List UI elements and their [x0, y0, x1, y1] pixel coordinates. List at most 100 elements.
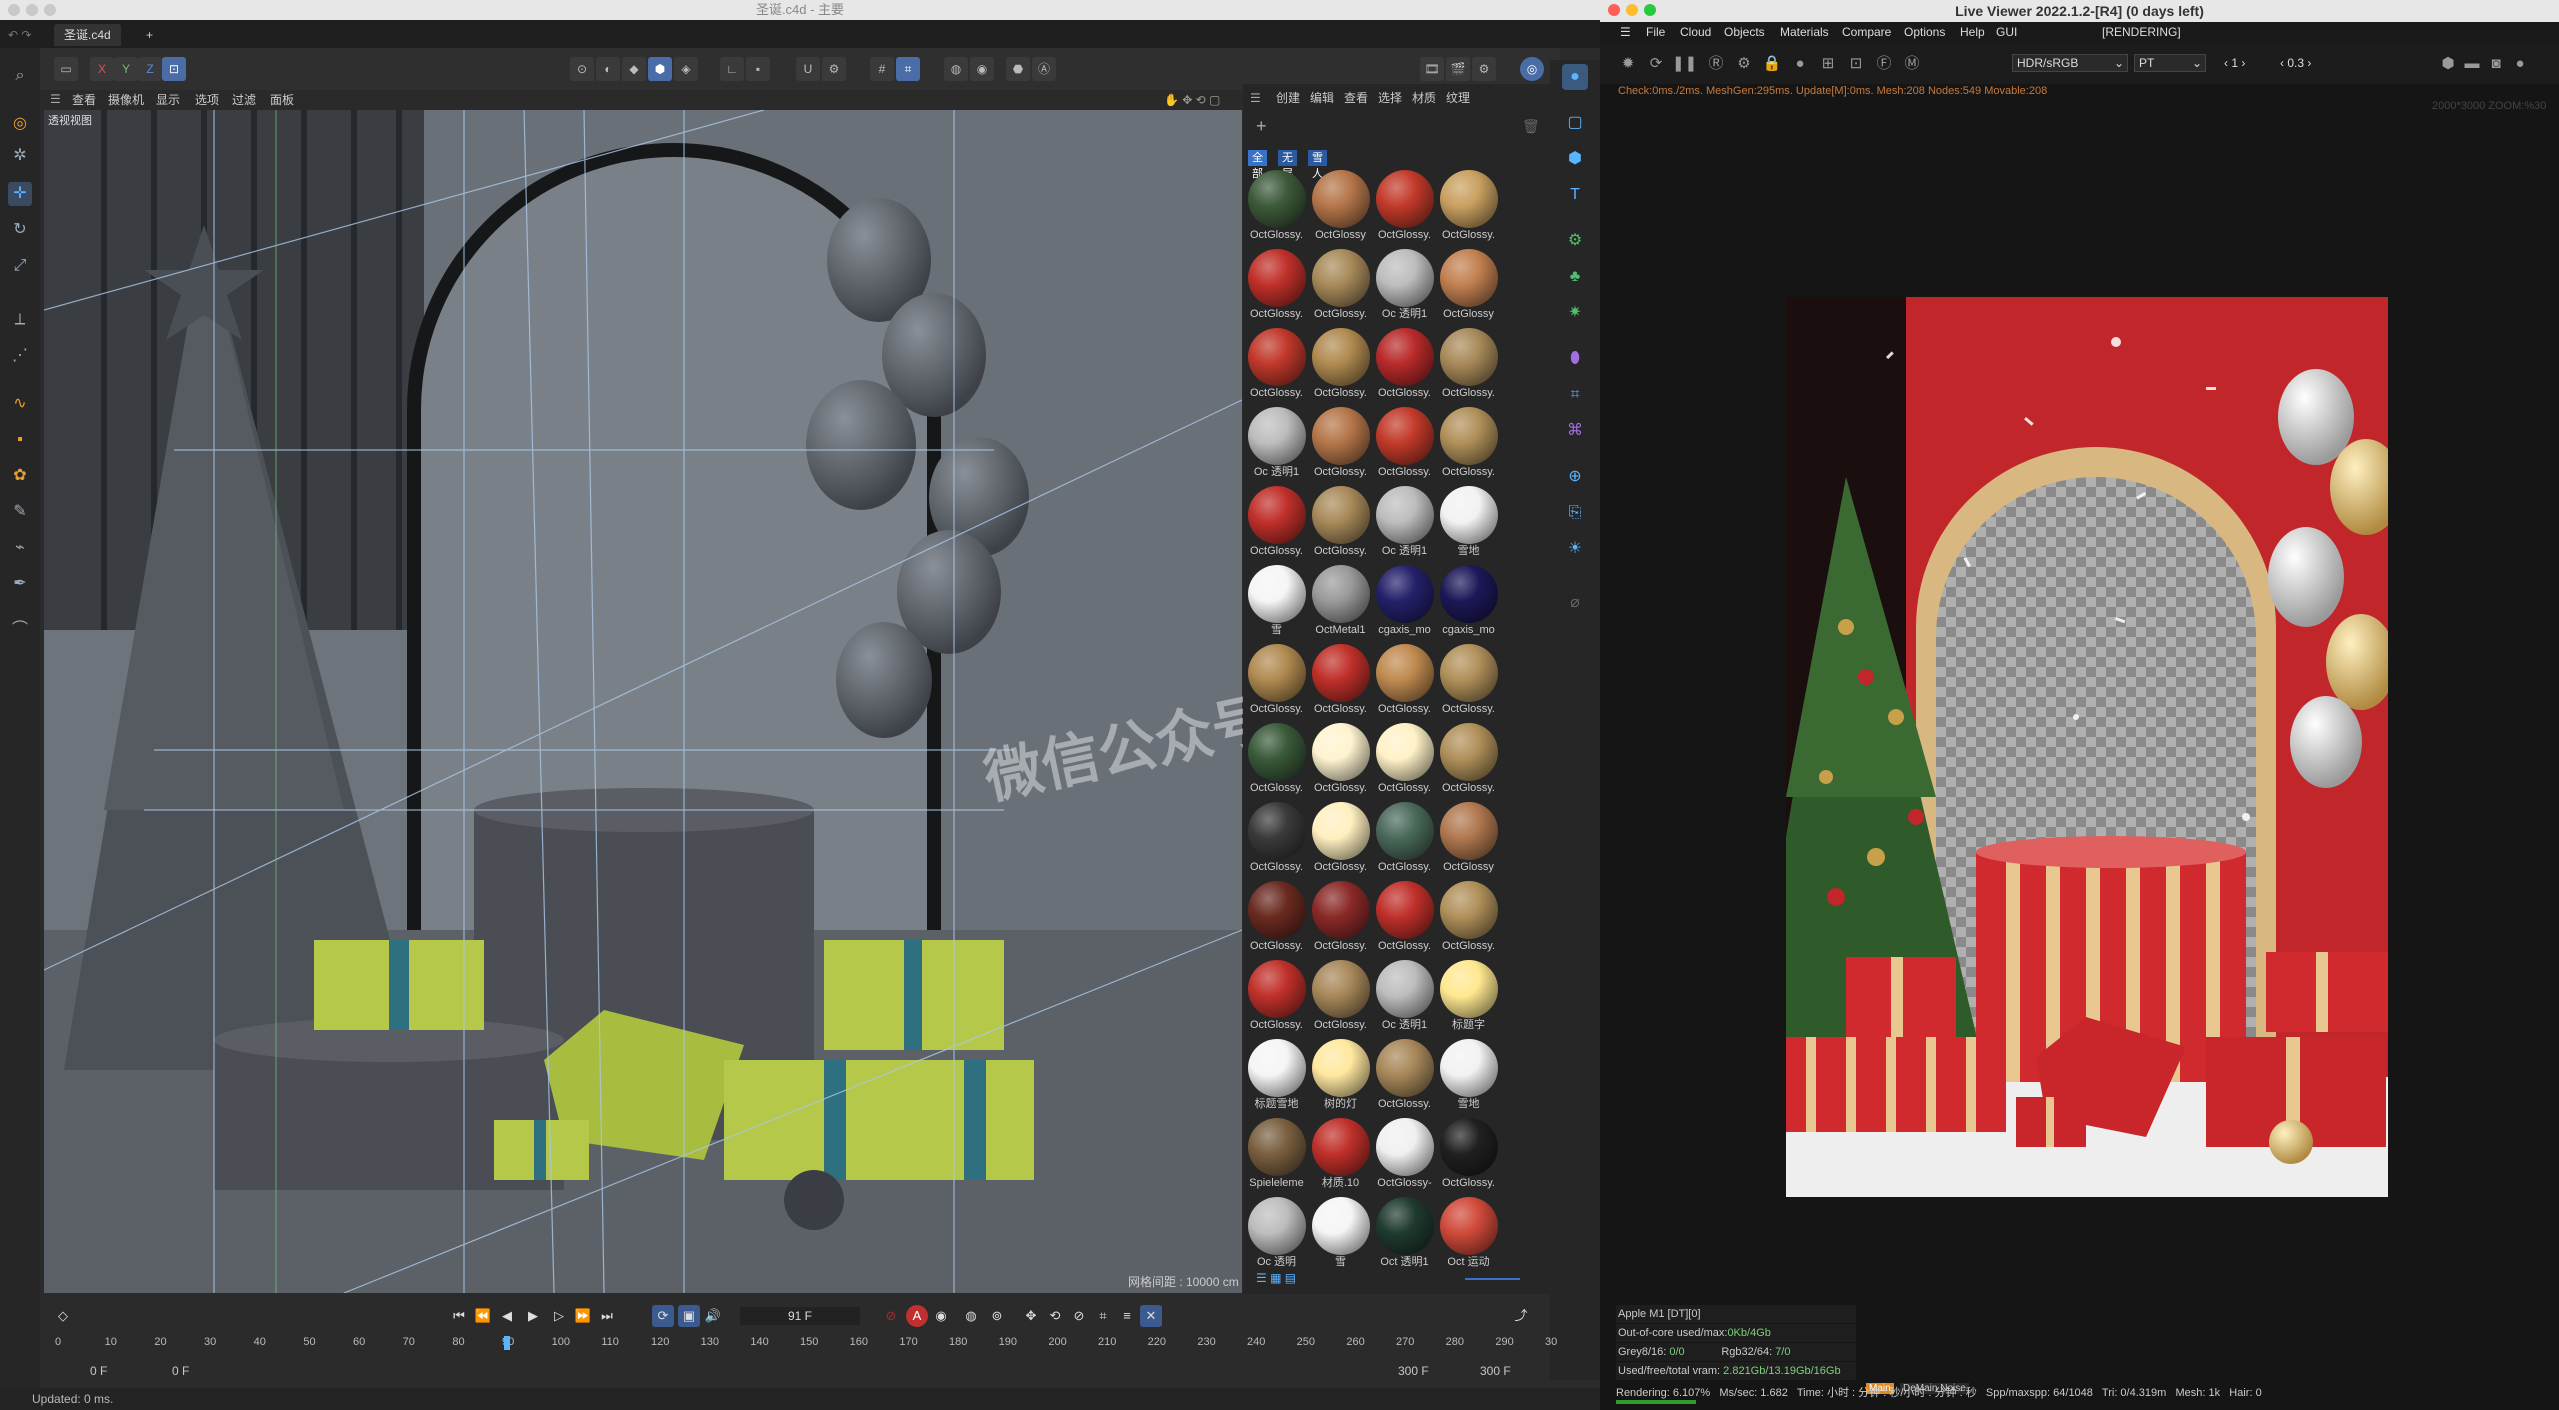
move-tool-icon[interactable]: ✛ [8, 182, 32, 206]
material-swatch[interactable]: cgaxis_mo [1373, 563, 1436, 642]
material-swatch[interactable]: OctGlossy. [1437, 721, 1500, 800]
go-to-end-icon[interactable]: ⏭ [596, 1305, 618, 1327]
texture-mode-icon[interactable]: ◈ [674, 57, 698, 81]
generator-icon[interactable]: ⚙ [1562, 228, 1588, 254]
cloner-icon[interactable]: ♣ [1562, 264, 1588, 290]
effector-icon[interactable]: ✷ [1562, 300, 1588, 326]
material-swatch[interactable]: 雪地 [1437, 484, 1500, 563]
quantize-icon[interactable]: ⌗ [896, 57, 920, 81]
loop-icon[interactable]: ⟳ [652, 1305, 674, 1327]
lv-menu-gui[interactable]: GUI [1996, 25, 2017, 39]
octane-icon[interactable]: ◎ [1520, 57, 1544, 81]
enable-axis-icon[interactable]: ◍ [944, 57, 968, 81]
material-swatch[interactable]: OctGlossy. [1309, 405, 1372, 484]
material-swatch[interactable]: 雪地 [1437, 1037, 1500, 1116]
search-icon[interactable]: ⌕ [8, 64, 32, 88]
lv-menu-materials[interactable]: Materials [1780, 25, 1829, 39]
lv-sphere-icon[interactable]: ● [1788, 52, 1812, 76]
preview-end-field[interactable]: 300 F [1398, 1364, 1429, 1378]
audio-icon[interactable]: 🔊 [702, 1305, 724, 1327]
material-menu-select[interactable]: 选择 [1378, 88, 1408, 108]
color-space-select[interactable]: HDR/sRGB ⌄ [2012, 54, 2128, 72]
viewport-menu-camera[interactable]: 摄像机 [108, 90, 144, 110]
material-swatch[interactable]: 树的灯 [1309, 1037, 1372, 1116]
material-swatch[interactable]: OctGlossy. [1245, 958, 1308, 1037]
view-mode-icons[interactable]: ☰ ▦ ▤ [1256, 1271, 1296, 1285]
lv-menu-help[interactable]: Help [1960, 25, 1985, 39]
spline-icon[interactable]: ⌘ [1562, 418, 1588, 444]
edges-mode-icon[interactable]: ◐ [596, 57, 620, 81]
lv-camera-icon[interactable]: ◙ [2484, 52, 2508, 76]
rotate-tool-icon[interactable]: ↻ [8, 218, 32, 242]
lv-zoom-button[interactable] [1644, 4, 1656, 16]
material-swatch[interactable]: OctGlossy. [1245, 247, 1308, 326]
points-mode-icon[interactable]: ⊙ [570, 57, 594, 81]
lv-dot-icon[interactable]: ● [2508, 52, 2532, 76]
material-swatch[interactable]: 材质.10 [1309, 1116, 1372, 1195]
material-swatch[interactable]: Oc 透明1 [1245, 405, 1308, 484]
lv-clay-icon[interactable]: ⊡ [1844, 52, 1868, 76]
kernel-select[interactable]: PT ⌄ [2134, 54, 2206, 72]
thumbnail-size-slider[interactable] [1465, 1278, 1520, 1280]
material-swatch[interactable]: OctGlossy [1309, 168, 1372, 247]
viewport-solo-icon[interactable]: ◉ [970, 57, 994, 81]
next-key-icon[interactable]: ⏩ [572, 1305, 594, 1327]
graph-editor-icon[interactable]: ⤴ [1510, 1305, 1532, 1327]
autokey-icon[interactable]: A [906, 1305, 928, 1327]
point-key-icon[interactable]: ⌗ [1092, 1305, 1114, 1327]
material-swatch[interactable]: Oct 运动 [1437, 1195, 1500, 1274]
range-start-field[interactable]: 0 F [90, 1364, 107, 1378]
lv-hex-icon[interactable]: ⬢ [2436, 52, 2460, 76]
material-menu-edit[interactable]: 编辑 [1310, 88, 1340, 108]
ai-icon[interactable]: Ⓐ [1032, 57, 1056, 81]
material-swatch[interactable]: Spieleleme [1245, 1116, 1308, 1195]
lv-region-icon[interactable]: Ⓡ [1704, 52, 1728, 76]
paint-tool-icon[interactable]: ▪ [8, 428, 32, 452]
workplane-icon[interactable]: ⚙ [822, 57, 846, 81]
z-axis-toggle[interactable]: Z [138, 57, 162, 81]
material-swatch[interactable]: OctGlossy. [1245, 484, 1308, 563]
lv-menu-icon[interactable]: ☰ [1620, 25, 1631, 39]
scale-key-icon[interactable]: ⊘ [1068, 1305, 1090, 1327]
material-swatch[interactable]: 雪 [1245, 563, 1308, 642]
material-swatch[interactable]: Oct 透明1 [1373, 1195, 1436, 1274]
lv-close-button[interactable] [1608, 4, 1620, 16]
material-swatch[interactable]: OctGlossy. [1373, 405, 1436, 484]
playhead[interactable] [503, 1336, 510, 1350]
interpolation-icon[interactable]: ✕ [1140, 1305, 1162, 1327]
keyframe-icon[interactable]: ◇ [52, 1305, 74, 1327]
lv-material-icon[interactable]: Ⓜ [1900, 52, 1924, 76]
material-swatch[interactable]: OctGlossy. [1373, 168, 1436, 247]
deformer-icon[interactable]: ⬮ [1562, 346, 1588, 372]
lv-lock-icon[interactable]: 🔒 [1760, 52, 1784, 76]
material-swatch[interactable]: OctGlossy. [1309, 800, 1372, 879]
coordinate-system-icon[interactable]: ⊡ [162, 57, 186, 81]
material-swatch[interactable]: OctGlossy. [1309, 484, 1372, 563]
material-swatch[interactable]: OctGlossy. [1373, 1037, 1436, 1116]
live-select-icon[interactable]: ✲ [8, 144, 32, 168]
motion-icon[interactable]: ≡ [1116, 1305, 1138, 1327]
value2-stepper[interactable]: ‹ 0.3 › [2280, 56, 2311, 70]
material-swatch[interactable]: OctGlossy. [1437, 642, 1500, 721]
viewport-menu-panel[interactable]: 面板 [270, 90, 294, 110]
lv-add-region-icon[interactable]: ⊞ [1816, 52, 1840, 76]
brush-tool-icon[interactable]: ✎ [8, 500, 32, 524]
perspective-viewport[interactable] [44, 110, 1242, 1293]
axis-mode-icon[interactable]: ∟ [720, 57, 744, 81]
undo-icon[interactable]: ↶ ↷ [8, 28, 31, 42]
material-swatch[interactable]: 标题雪地 [1245, 1037, 1308, 1116]
model-mode-icon[interactable]: ⬢ [648, 57, 672, 81]
material-swatch[interactable]: Oc 透明1 [1373, 247, 1436, 326]
record-icon[interactable]: ◉ [930, 1305, 952, 1327]
value1-stepper[interactable]: ‹ 1 › [2224, 56, 2245, 70]
material-swatch[interactable]: OctGlossy. [1245, 721, 1308, 800]
material-menu-icon[interactable]: ☰ [1250, 88, 1264, 108]
lv-folder-icon[interactable]: ▬ [2460, 52, 2484, 76]
octane-render-icon[interactable]: ● [1562, 64, 1588, 90]
lv-pause-icon[interactable]: ❚❚ [1672, 52, 1697, 76]
lv-film-icon[interactable]: Ⓕ [1872, 52, 1896, 76]
material-swatch[interactable]: cgaxis_mo [1437, 563, 1500, 642]
material-swatch[interactable]: OctGlossy. [1373, 800, 1436, 879]
fps-icon[interactable]: ▣ [678, 1305, 700, 1327]
trash-icon[interactable]: 🗑 [1522, 118, 1540, 135]
